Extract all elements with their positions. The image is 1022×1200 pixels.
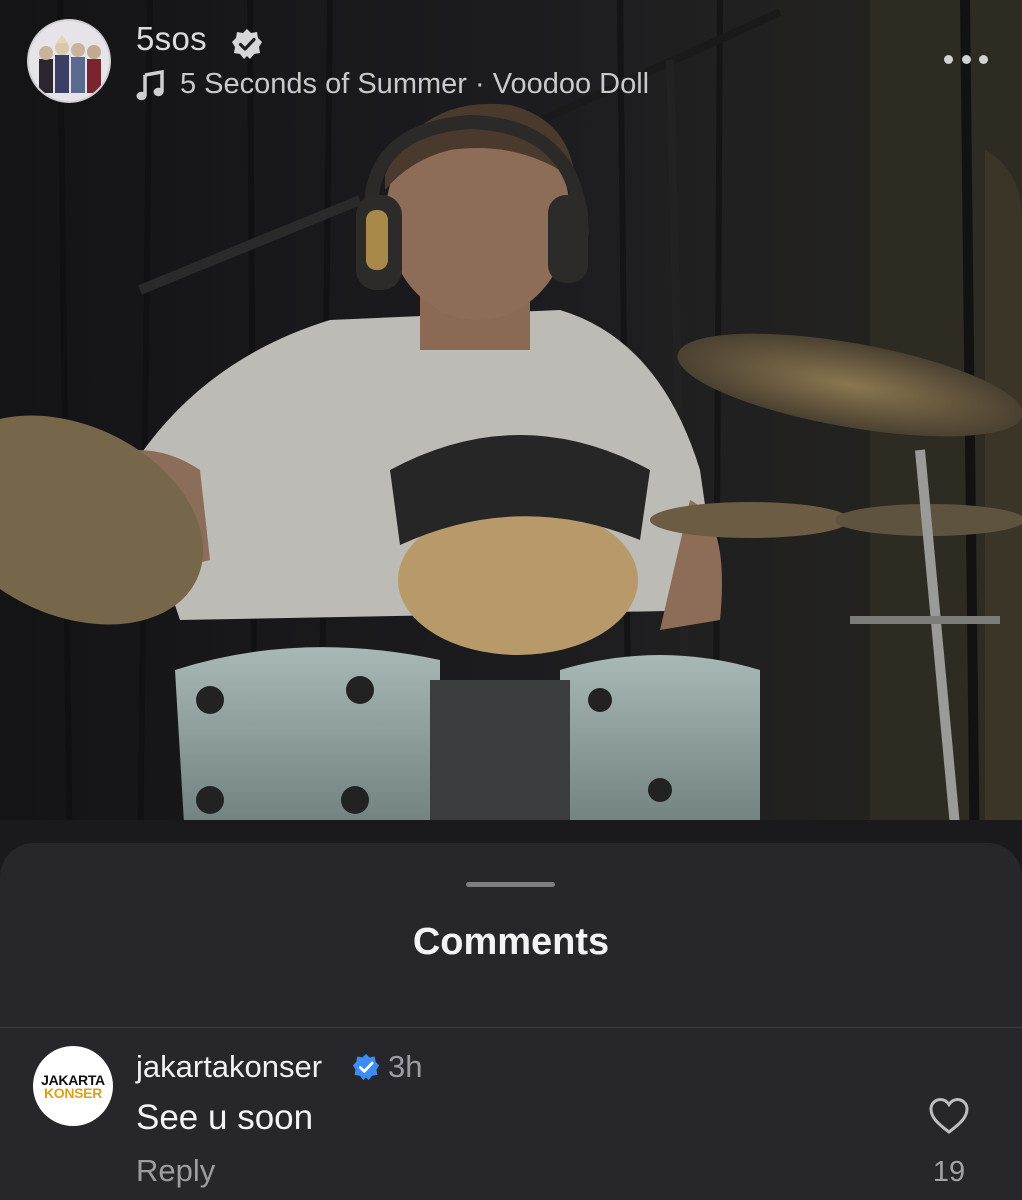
divider [0, 1027, 1022, 1028]
comments-title: Comments [412, 921, 610, 963]
music-artist: 5 Seconds of Summer [180, 68, 467, 100]
heart-icon[interactable] [928, 1096, 970, 1136]
music-track-label[interactable]: 5 Seconds of Summer · Voodoo Doll [180, 68, 649, 101]
more-dot [944, 54, 953, 64]
band-avatar-image [29, 21, 109, 101]
profile-avatar[interactable] [27, 19, 111, 103]
verified-icon [352, 1053, 380, 1081]
drummer-video-frame [0, 0, 1022, 880]
commenter-avatar[interactable]: JAKARTA KONSER [33, 1046, 113, 1126]
avatar-logo-line2: KONSER [43, 1084, 103, 1101]
more-dot [979, 54, 988, 64]
more-icon[interactable] [938, 44, 994, 74]
commenter-username[interactable]: jakartakonser [136, 1049, 322, 1085]
verified-icon [232, 29, 262, 59]
music-song-title: Voodoo Doll [492, 68, 650, 100]
post-media[interactable] [0, 0, 1022, 880]
music-separator: · [466, 68, 493, 100]
more-dot [961, 54, 971, 64]
sheet-grabber-handle[interactable] [466, 882, 555, 887]
post-username[interactable]: 5sos [136, 20, 207, 58]
comments-sheet: Comments JAKARTA KONSER jakartakonser 3h… [0, 843, 1022, 1200]
comment-timestamp: 3h [388, 1049, 423, 1084]
comment-text: See u soon [136, 1098, 314, 1137]
like-count: 19 [932, 1156, 966, 1188]
music-note-icon [136, 70, 164, 101]
post-header: 5sos 5 Seconds of Summer · Voodoo Doll [0, 0, 1022, 120]
reply-button[interactable]: Reply [136, 1153, 215, 1189]
